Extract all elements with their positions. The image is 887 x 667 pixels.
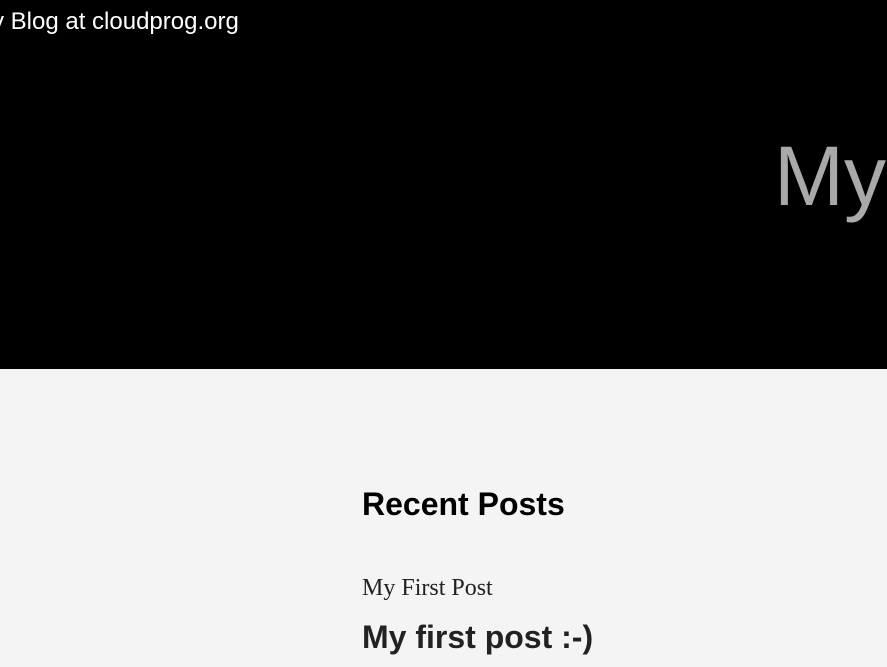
main-content: Recent Posts My First Post My first post…: [362, 483, 862, 658]
post-title: My first post :-): [362, 619, 594, 655]
page: y Blog at cloudprog.org My Recent Posts …: [0, 0, 887, 667]
recent-posts-heading: Recent Posts: [362, 486, 565, 522]
site-title-link[interactable]: y Blog at cloudprog.org: [0, 8, 239, 36]
site-header: y Blog at cloudprog.org My: [0, 0, 887, 369]
hero-title: My: [774, 129, 886, 223]
recent-post-link[interactable]: My First Post: [362, 574, 862, 602]
